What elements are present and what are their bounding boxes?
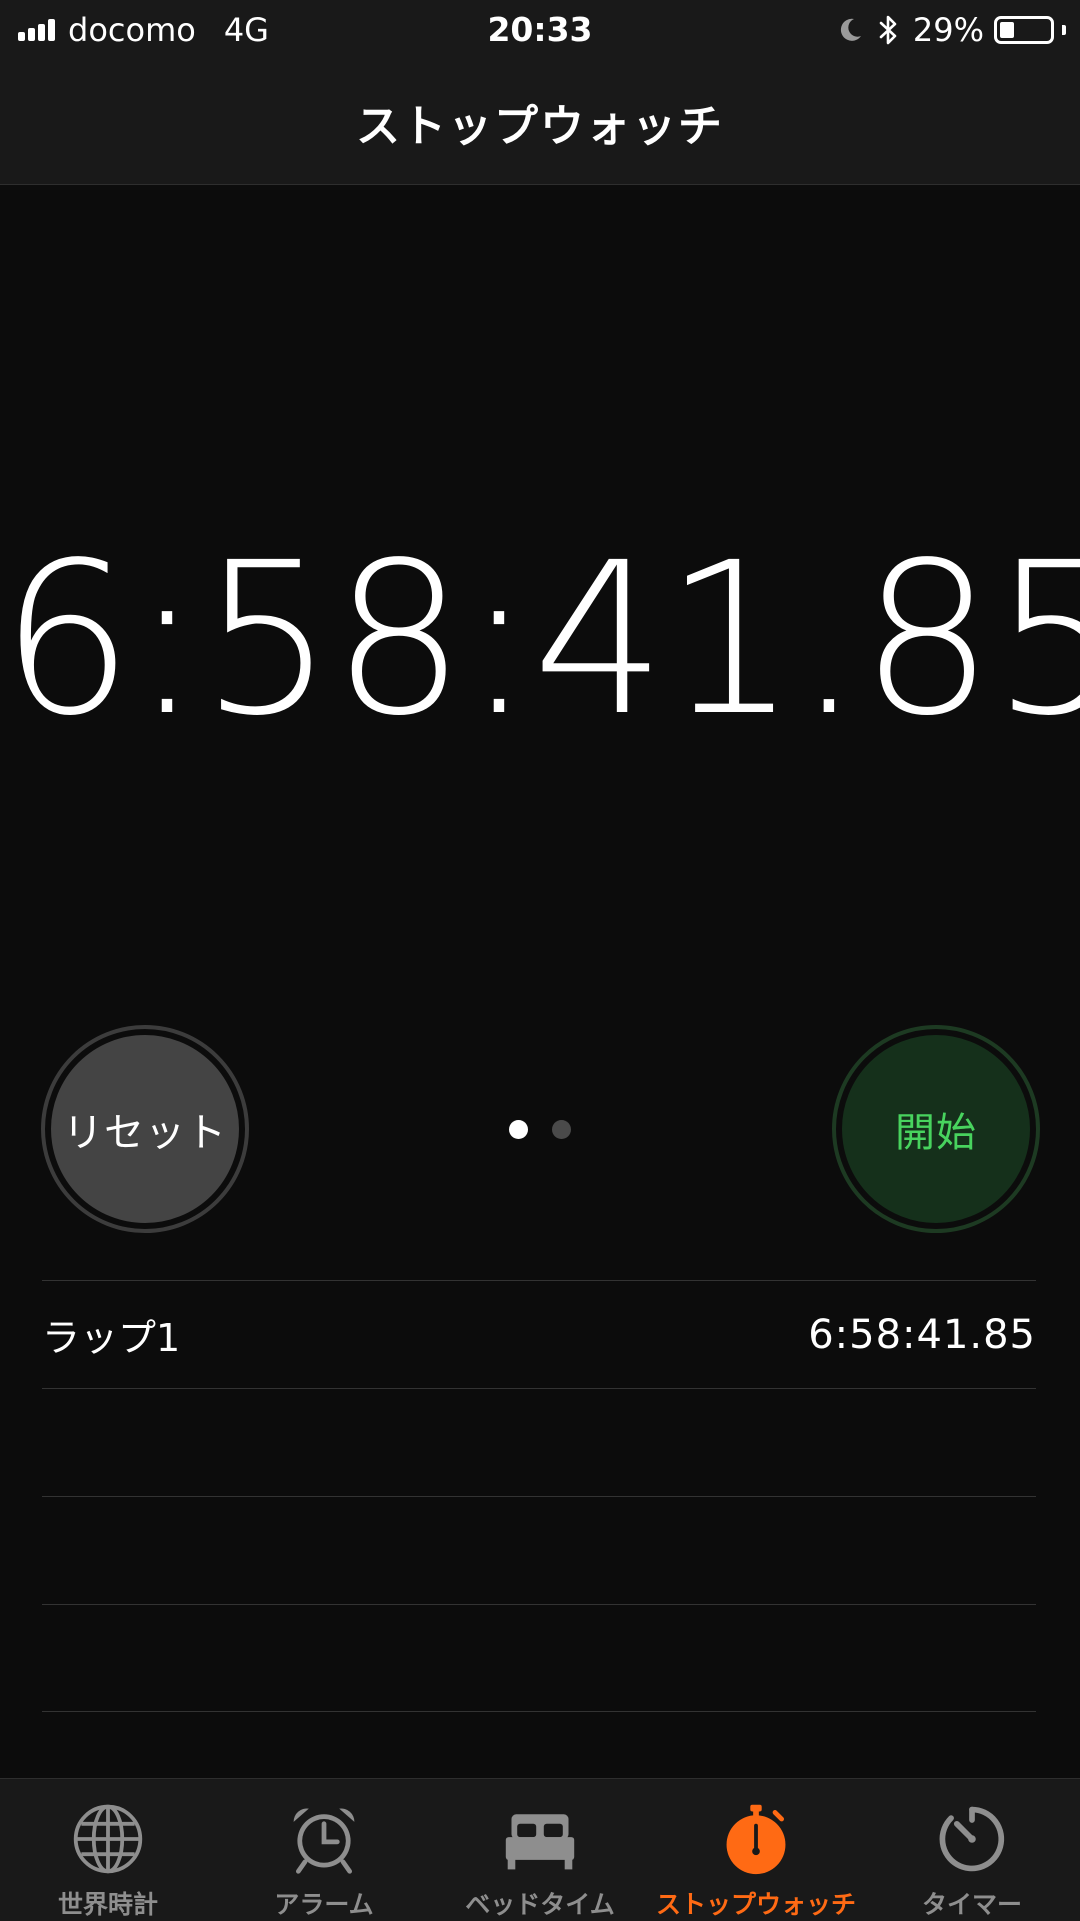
nav-bar: ストップウォッチ xyxy=(0,60,1080,185)
page-dot-inactive[interactable] xyxy=(552,1119,571,1139)
tab-label: 世界時計 xyxy=(57,1890,158,1919)
battery-icon xyxy=(994,16,1054,44)
stopwatch-icon xyxy=(726,1804,786,1875)
tab-label: タイマー xyxy=(921,1890,1022,1919)
tab-label: ベッドタイム xyxy=(465,1890,615,1919)
tab-world-clock[interactable]: 世界時計 xyxy=(0,1779,216,1921)
bed-icon xyxy=(505,1814,575,1870)
alarm-clock-icon xyxy=(293,1808,355,1874)
laps-list: ラップ1 6:58:41.85 xyxy=(42,1280,1036,1712)
battery-percent: 29% xyxy=(912,11,984,49)
tab-label: ストップウォッチ xyxy=(655,1890,856,1919)
lap-row: ラップ1 6:58:41.85 xyxy=(42,1280,1036,1388)
tab-bar: 世界時計 アラーム ベッドタイム ストップウォッチ タイマー xyxy=(0,1778,1080,1921)
bluetooth-icon xyxy=(879,15,897,45)
tab-stopwatch[interactable]: ストップウォッチ xyxy=(648,1779,864,1921)
lap-row-empty xyxy=(42,1496,1036,1604)
lap-row-empty xyxy=(42,1388,1036,1496)
page-dot-active[interactable] xyxy=(509,1119,528,1139)
lap-row-empty xyxy=(42,1604,1036,1712)
timer-icon xyxy=(939,1806,1005,1872)
do-not-disturb-moon-icon xyxy=(840,18,861,41)
page-title: ストップウォッチ xyxy=(356,101,724,152)
start-button-label: 開始 xyxy=(839,1032,1033,1226)
status-bar: docomo 4G 20:33 29% xyxy=(0,0,1080,60)
battery-tip xyxy=(1062,25,1066,35)
tab-bedtime[interactable]: ベッドタイム xyxy=(432,1779,648,1921)
lap-time: 6:58:41.85 xyxy=(808,1311,1036,1358)
lap-label: ラップ1 xyxy=(42,1316,181,1360)
stopwatch-time-display: 6:58:41.85 xyxy=(0,517,1080,762)
tab-alarm[interactable]: アラーム xyxy=(216,1779,432,1921)
battery-fill xyxy=(1000,22,1014,38)
tab-label: アラーム xyxy=(274,1890,374,1919)
globe-icon xyxy=(73,1804,143,1874)
status-right: 29% xyxy=(837,8,1066,52)
start-button[interactable]: 開始 xyxy=(832,1025,1040,1233)
tab-timer[interactable]: タイマー xyxy=(864,1779,1080,1921)
